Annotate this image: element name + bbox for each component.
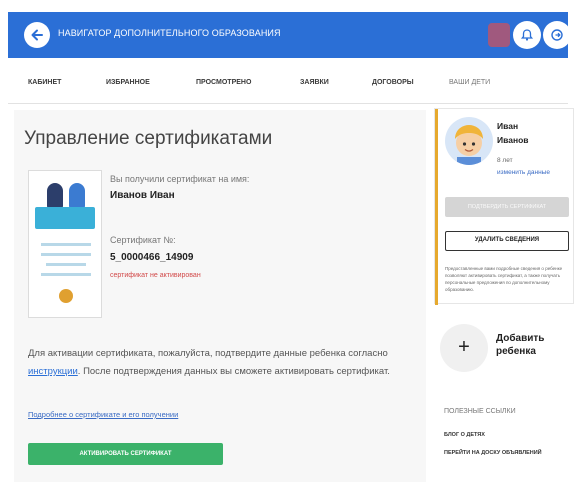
plus-icon[interactable]: + <box>440 324 488 372</box>
activate-certificate-button[interactable]: АКТИВИРОВАТЬ СЕРТИФИКАТ <box>28 443 223 465</box>
useful-link-blog[interactable]: БЛОГ О ДЕТЯХ <box>444 432 485 438</box>
confirm-certificate-button[interactable]: ПОДТВЕРДИТЬ СЕРТИФИКАТ <box>445 197 569 217</box>
instructions-text: . После подтверждения данных вы сможете … <box>77 366 390 377</box>
main-nav: КАБИНЕТ ИЗБРАННОЕ ПРОСМОТРЕНО ЗАЯВКИ ДОГ… <box>8 62 568 104</box>
cert-number-label: Сертификат №: <box>110 235 176 245</box>
child-face-icon <box>455 125 483 165</box>
text-line <box>41 253 91 256</box>
cert-status: сертификат не активирован <box>110 272 201 279</box>
edit-child-link[interactable]: изменить данные <box>497 169 550 176</box>
child-card: Иван Иванов 8 лет изменить данные ПОДТВЕ… <box>434 108 574 305</box>
back-button[interactable] <box>24 22 50 48</box>
tab-contracts[interactable]: ДОГОВОРЫ <box>372 79 414 86</box>
text-line <box>41 243 91 246</box>
app-title[interactable]: НАВИГАТОР ДОПОЛНИТЕЛЬНОГО ОБРАЗОВАНИЯ <box>58 28 281 38</box>
child-first-name: Иван <box>497 121 519 131</box>
useful-link-board[interactable]: ПЕРЕЙТИ НА ДОСКУ ОБЪЯВЛЕНИЙ <box>444 450 542 456</box>
text-line <box>41 273 91 276</box>
certificate-info-link[interactable]: Подробнее о сертификате и его получении <box>28 410 178 419</box>
user-avatar[interactable] <box>488 23 510 47</box>
arrow-left-icon <box>31 29 43 41</box>
holder-name: Иванов Иван <box>110 190 175 201</box>
child-avatar[interactable] <box>445 117 493 165</box>
useful-links: ПОЛЕЗНЫЕ ССЫЛКИ БЛОГ О ДЕТЯХ ПЕРЕЙТИ НА … <box>434 392 574 482</box>
child-figure-icon <box>47 183 63 209</box>
child-last-name: Иванов <box>497 135 529 145</box>
delete-data-button[interactable]: УДАЛИТЬ СВЕДЕНИЯ <box>445 231 569 251</box>
activation-instructions: Для активации сертификата, пожалуйста, п… <box>28 345 408 381</box>
top-app-bar: НАВИГАТОР ДОПОЛНИТЕЛЬНОГО ОБРАЗОВАНИЯ <box>8 12 571 58</box>
received-label: Вы получили сертификат на имя: <box>110 174 250 184</box>
child-figure-icon <box>69 183 85 209</box>
bell-icon <box>520 29 534 41</box>
add-child-label[interactable]: Добавить ребенка <box>496 332 544 358</box>
instructions-text: Для активации сертификата, пожалуйста, п… <box>28 348 388 359</box>
tab-viewed[interactable]: ПРОСМОТРЕНО <box>196 79 251 86</box>
add-child-card[interactable]: + Добавить ребенка <box>434 318 574 380</box>
tab-cabinet[interactable]: КАБИНЕТ <box>28 79 61 86</box>
certificate-thumbnail[interactable] <box>28 170 102 318</box>
tab-favorites[interactable]: ИЗБРАННОЕ <box>106 79 150 86</box>
useful-links-title: ПОЛЕЗНЫЕ ССЫЛКИ <box>444 408 516 415</box>
page-title: Управление сертификатами <box>24 128 273 149</box>
certificate-banner <box>35 207 95 229</box>
text-line <box>46 263 86 266</box>
certificate-panel: Управление сертификатами Вы получили сер… <box>14 110 426 482</box>
add-child-label-line2: ребенка <box>496 346 536 357</box>
card-accent <box>435 109 438 305</box>
seal-icon <box>59 289 73 303</box>
child-age: 8 лет <box>497 157 513 164</box>
child-notice: Предоставленные вами подробные сведения … <box>445 266 563 292</box>
notifications-button[interactable] <box>513 21 541 49</box>
logout-button[interactable] <box>543 21 571 49</box>
tab-your-children[interactable]: ВАШИ ДЕТИ <box>449 79 490 86</box>
tab-applications[interactable]: ЗАЯВКИ <box>300 79 329 86</box>
cert-number: 5_0000466_14909 <box>110 252 194 263</box>
add-child-label-line1: Добавить <box>496 333 545 344</box>
logout-icon <box>551 29 563 41</box>
instructions-link[interactable]: инструкции <box>28 366 78 377</box>
